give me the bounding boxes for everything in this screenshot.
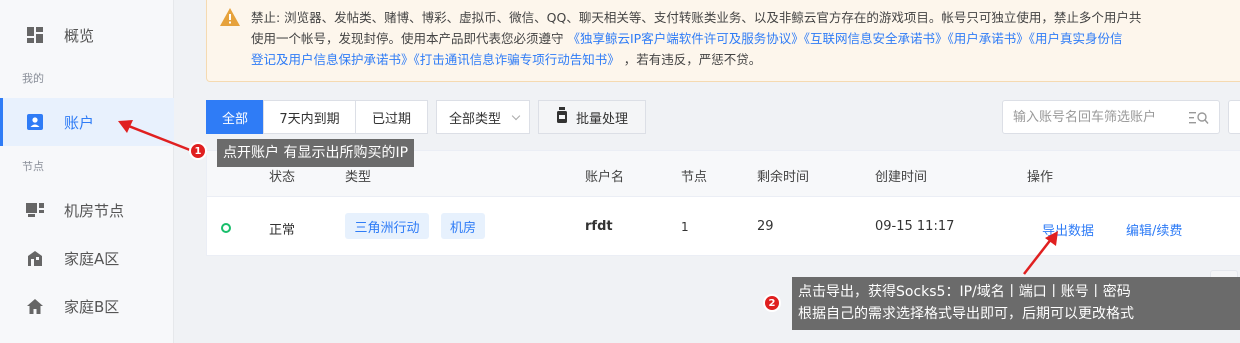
nav-group-mine: 我的 (22, 72, 44, 85)
toolbar-extra-button[interactable] (1228, 100, 1240, 134)
search-input[interactable] (1003, 101, 1173, 133)
type-tag: 三角洲行动 (345, 213, 429, 239)
sidebar-item-label: 家庭B区 (64, 297, 120, 316)
annotation-line: 点击导出，获得Socks5：IP/域名丨端口丨账号丨密码 (798, 284, 1131, 300)
sidebar-item-label: 概览 (64, 26, 95, 45)
warning-icon (220, 8, 240, 26)
annotation-callout: 点开账户 有显示出所购买的IP (217, 139, 415, 167)
type-tag: 机房 (441, 213, 485, 239)
type-select-value: 全部类型 (449, 111, 502, 127)
server-icon (26, 201, 44, 219)
agreement-links[interactable]: 《独享鲸云IP客户端软件许可及服务协议》《互联网信息安全承诺书》《用户承诺书》《… (568, 31, 1123, 46)
column-header: 操作 (1027, 170, 1054, 185)
sidebar-item-home-b[interactable]: 家庭B区 (0, 282, 174, 330)
batch-process-label: 批量处理 (575, 111, 628, 127)
sidebar-item-label: 家庭A区 (64, 249, 120, 268)
sidebar-item-label: 账户 (64, 113, 95, 132)
column-header: 类型 (345, 170, 372, 185)
chevron-down-icon (511, 111, 521, 121)
annotation-badge: 2 (763, 294, 781, 312)
sidebar-item-datacenter[interactable]: 机房节点 (0, 186, 174, 234)
node-count: 1 (681, 220, 689, 234)
column-header: 节点 (681, 170, 708, 185)
search-filter-icon[interactable] (1189, 110, 1209, 129)
batch-process-button[interactable]: 批量处理 (538, 100, 646, 134)
column-header: 状态 (269, 170, 296, 185)
tab-expired[interactable]: 已过期 (355, 100, 428, 134)
dashboard-icon (26, 26, 44, 44)
notice-line-1: 禁止: 浏览器、发帖类、赌博、博彩、虚拟币、微信、QQ、聊天相关等、支付转账类业… (251, 10, 1142, 25)
column-header: 剩余时间 (757, 170, 810, 185)
notice-text: 使用一个帐号，发现封停。使用本产品即代表您必须遵守 (251, 31, 564, 46)
building-icon (26, 249, 44, 267)
notice-line-3: 登记及用户信息保护承诺书》《打击通讯信息诈骗专项行动告知书》 ，若有违反，严惩不… (251, 49, 1240, 70)
notice-line-2: 使用一个帐号，发现封停。使用本产品即代表您必须遵守 《独享鲸云IP客户端软件许可… (251, 28, 1240, 49)
column-header: 创建时间 (875, 170, 928, 185)
export-data-link[interactable]: 导出数据 (1042, 220, 1094, 239)
annotation-line: 根据自己的需求选择格式导出即可，后期可以更改格式 (798, 306, 1134, 322)
sidebar: 概览 我的 账户 节点 机房节点 家庭A区 家庭B区 (0, 0, 174, 343)
toolbar: 全部 7天内到期 已过期 全部类型 批量处理 (206, 100, 1240, 134)
tab-all[interactable]: 全部 (206, 100, 264, 134)
nav-group-nodes: 节点 (22, 160, 44, 173)
home-icon (26, 297, 44, 315)
annotation-badge: 1 (189, 142, 207, 160)
sidebar-item-label: 机房节点 (64, 201, 125, 220)
user-card-icon (26, 113, 44, 131)
column-header: 账户名 (585, 170, 625, 185)
edit-renew-link[interactable]: 编辑/续费 (1126, 220, 1182, 239)
sidebar-item-account[interactable]: 账户 (0, 98, 174, 146)
type-select[interactable]: 全部类型 (436, 100, 530, 134)
sidebar-item-home-a[interactable]: 家庭A区 (0, 234, 174, 282)
status-text: 正常 (269, 223, 296, 238)
remaining-time: 29 (757, 219, 774, 234)
warning-notice: 禁止: 浏览器、发帖类、赌博、博彩、虚拟币、微信、QQ、聊天相关等、支付转账类业… (206, 0, 1240, 82)
created-time: 09-15 11:17 (875, 219, 955, 234)
annotation-callout: 点击导出，获得Socks5：IP/域名丨端口丨账号丨密码 根据自己的需求选择格式… (792, 277, 1240, 330)
tab-expiring-7d[interactable]: 7天内到期 (263, 100, 356, 134)
account-search (1002, 100, 1220, 134)
agreement-links[interactable]: 登记及用户信息保护承诺书》《打击通讯信息诈骗专项行动告知书》 (251, 52, 620, 67)
account-name: rfdt (585, 219, 613, 234)
notice-text: ，若有违反，严惩不贷。 (623, 52, 762, 67)
bottle-icon (556, 107, 568, 127)
sidebar-item-overview[interactable]: 概览 (0, 11, 174, 59)
status-dot-icon (221, 223, 231, 233)
